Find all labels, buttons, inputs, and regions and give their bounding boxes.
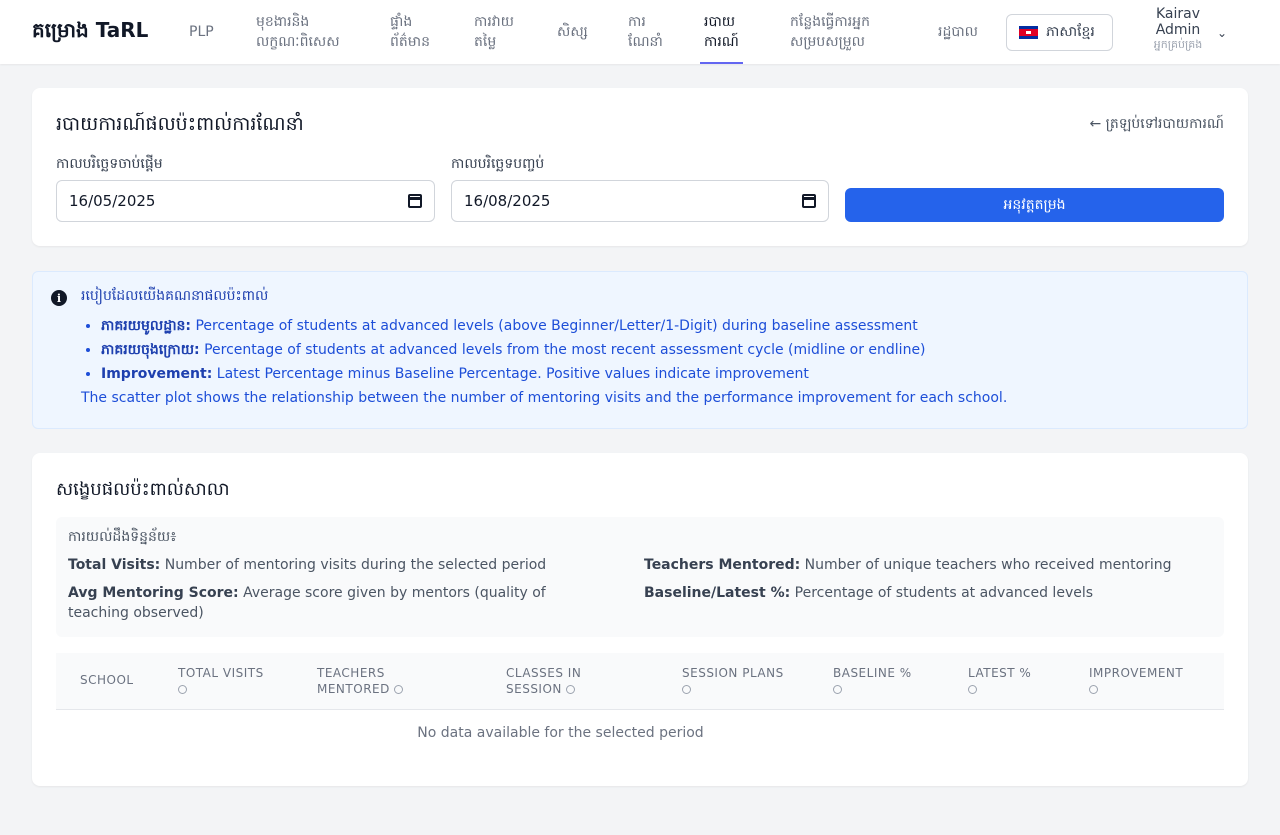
column-header-classes-in-session[interactable]: Classes in Session [506,665,616,697]
brand-logo[interactable]: គម្រោង TaRL [32,17,148,47]
column-header-teachers-mentored[interactable]: Teachers Mentored [317,665,427,697]
info-term: ភាគរយចុងក្រោយ: [101,342,200,358]
definition-baseline-latest: Baseline/Latest %: Percentage of student… [644,583,1204,603]
nav-item-mentoring[interactable]: ការ ណែនាំ [628,0,663,64]
list-item: ភាគរយចុងក្រោយ: Percentage of students at… [101,338,926,362]
nav-item-reports[interactable]: របាយ ការណ៍ [700,0,743,64]
calendar-icon[interactable] [408,194,422,208]
definition-desc: Percentage of students at advanced level… [790,585,1094,601]
school-impact-table: School Total Visits Teachers Mentored Cl… [56,653,1224,741]
column-label: Session Plans [682,666,784,680]
info-footer: The scatter plot shows the relationship … [81,390,1008,406]
column-label: Baseline % [833,666,912,680]
info-list: ភាគរយមូលដ្ឋាន: Percentage of students at… [101,314,926,386]
end-date-value: 16/08/2025 [464,192,551,210]
end-date-label: កាលបរិច្ឆេទបញ្ចប់ [451,156,545,172]
definition-teachers-mentored: Teachers Mentored: Number of unique teac… [644,555,1204,575]
user-menu[interactable]: Kairav Admin អ្នកគ្រប់គ្រង ⌄ [1133,4,1245,62]
column-label: Teachers Mentored [317,666,390,696]
info-circle-icon[interactable] [393,685,403,694]
nav-item-students[interactable]: សិស្ស [557,0,588,64]
definition-term: Baseline/Latest %: [644,585,791,601]
data-definitions-box: ការយល់ដឹងទិន្នន័យ៖ Total Visits: Number … [56,517,1224,637]
column-header-school[interactable]: School [80,672,134,688]
definition-term: Total Visits: [68,557,161,573]
end-date-input[interactable]: 16/08/2025 [451,180,829,222]
column-label: School [80,673,134,687]
empty-state-message: No data available for the selected perio… [417,725,704,741]
column-label: Total Visits [178,666,264,680]
definition-desc: Number of mentoring visits during the se… [160,557,547,573]
info-term: Improvement: [101,366,213,382]
page-title: របាយការណ៍ផលប៉ះពាល់ការណែនាំ [56,113,304,135]
nav-item-admin[interactable]: រដ្ឋបាល [938,0,978,64]
nav-item-dashboard[interactable]: ផ្ទាំង ព័ត៌មាន [390,0,430,64]
chevron-down-icon: ⌄ [1216,26,1227,40]
start-date-label: កាលបរិច្ឆេទចាប់ផ្តើម [56,156,163,172]
info-circle-icon[interactable] [682,685,691,694]
top-navbar: គម្រោង TaRL PLP មុខងារនិង លក្ខណៈពិសេស ផ្… [0,0,1280,64]
filter-card: របាយការណ៍ផលប៉ះពាល់ការណែនាំ ← ត្រឡប់ទៅរបា… [32,88,1248,246]
calendar-icon[interactable] [802,194,816,208]
list-item: Improvement: Latest Percentage minus Bas… [101,362,926,386]
definition-term: Avg Mentoring Score: [68,585,239,601]
user-role: អ្នកគ្រប់គ្រង [1153,38,1203,51]
info-desc: Percentage of students at advanced level… [191,318,918,334]
nav-item-features[interactable]: មុខងារនិង លក្ខណៈពិសេស [256,0,340,64]
definitions-title: ការយល់ដឹងទិន្នន័យ៖ [68,529,177,545]
column-header-baseline[interactable]: Baseline % [833,665,943,697]
nav-item-plp[interactable]: PLP [189,0,214,64]
column-header-total-visits[interactable]: Total Visits [178,665,288,697]
column-header-session-plans[interactable]: Session Plans [682,665,802,697]
info-desc: Latest Percentage minus Baseline Percent… [212,366,809,382]
list-item: ភាគរយមូលដ្ឋាន: Percentage of students at… [101,314,926,338]
apply-filter-button[interactable]: អនុវត្តតម្រង [845,188,1224,222]
language-label: ភាសាខ្មែរ [1046,24,1095,40]
info-circle-icon[interactable] [968,685,977,694]
definition-total-visits: Total Visits: Number of mentoring visits… [68,555,608,575]
info-circle-icon[interactable] [833,685,842,694]
info-icon: i [51,290,67,306]
section-title: សង្ខេបផលប៉ះពាល់សាលា [56,479,230,500]
info-term: ភាគរយមូលដ្ឋាន: [101,318,192,334]
definition-avg-mentoring-score: Avg Mentoring Score: Average score given… [68,583,608,623]
back-to-reports-link[interactable]: ← ត្រឡប់ទៅរបាយការណ៍ [1089,114,1224,135]
column-label: Improvement [1089,666,1184,680]
start-date-value: 16/05/2025 [69,192,156,210]
info-desc: Percentage of students at advanced level… [199,342,926,358]
column-label: Latest % [968,666,1032,680]
info-circle-icon[interactable] [565,685,575,694]
definition-term: Teachers Mentored: [644,557,801,573]
definition-desc: Number of unique teachers who received m… [800,557,1172,573]
table-header-row: School Total Visits Teachers Mentored Cl… [56,653,1224,710]
cambodia-flag-icon [1019,26,1038,39]
info-circle-icon[interactable] [178,685,187,694]
column-header-improvement[interactable]: Improvement [1089,665,1209,697]
calculation-info-box: i របៀបដែលយើងគណនាផលប៉ះពាល់ ភាគរយមូលដ្ឋាន:… [32,271,1248,429]
school-impact-summary-card: សង្ខេបផលប៉ះពាល់សាលា ការយល់ដឹងទិន្នន័យ៖ T… [32,453,1248,786]
column-header-latest[interactable]: Latest % [968,665,1068,697]
start-date-input[interactable]: 16/05/2025 [56,180,435,222]
language-switcher-button[interactable]: ភាសាខ្មែរ [1006,14,1113,51]
info-title: របៀបដែលយើងគណនាផលប៉ះពាល់ [81,288,269,304]
nav-item-assessments[interactable]: ការវាយ តម្លៃ [474,0,514,64]
user-name: Kairav Admin [1155,6,1201,38]
nav-item-coordinator-workspace[interactable]: កន្លែងធ្វើការអ្នក សម្របសម្រួល [790,0,870,64]
info-circle-icon[interactable] [1089,685,1098,694]
